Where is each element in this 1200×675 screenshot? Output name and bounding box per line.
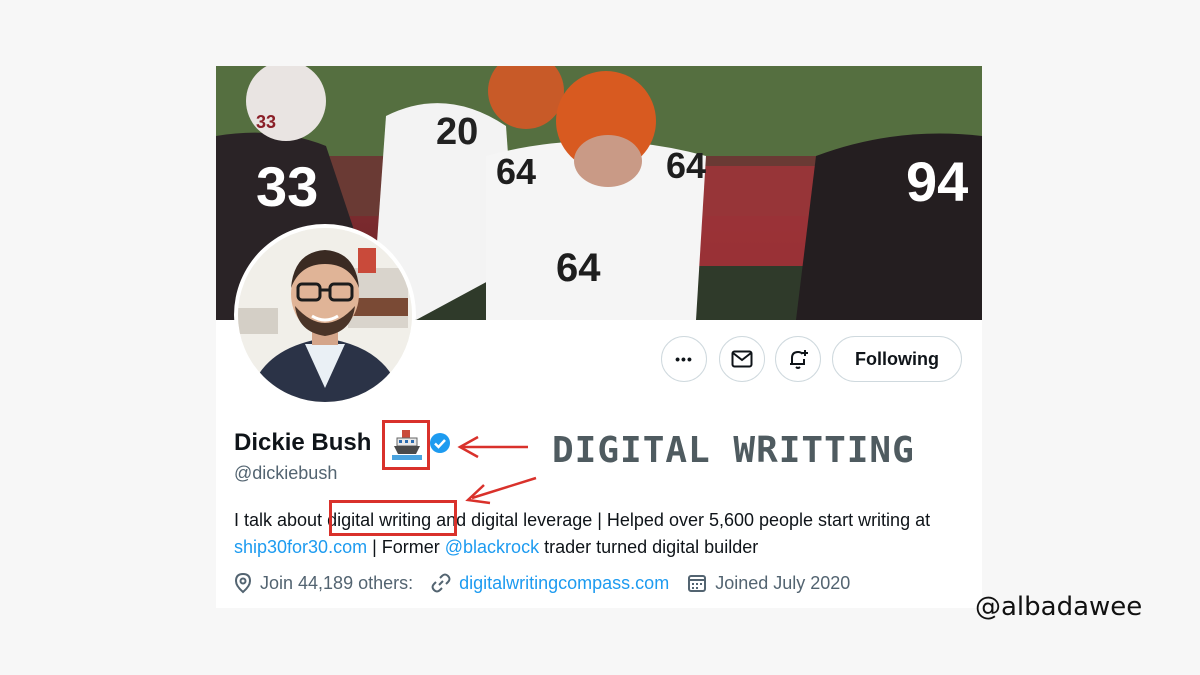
calendar-icon bbox=[688, 575, 707, 592]
jersey-number: 64 bbox=[496, 151, 536, 192]
display-name: Dickie Bush bbox=[234, 429, 372, 456]
following-button[interactable]: Following bbox=[832, 336, 962, 382]
bell-plus-icon bbox=[790, 350, 808, 369]
notifications-button[interactable] bbox=[775, 336, 821, 382]
watermark: @albadawee bbox=[975, 592, 1143, 622]
jersey-number: 20 bbox=[436, 111, 478, 153]
bio-text: I talk about bbox=[234, 510, 328, 530]
message-button[interactable] bbox=[719, 336, 765, 382]
jersey-number: 64 bbox=[666, 145, 706, 186]
more-options-button[interactable]: ••• bbox=[661, 336, 707, 382]
website-item: digitalwritingcompass.com bbox=[431, 573, 669, 594]
avatar-photo bbox=[238, 228, 412, 402]
location-pin-icon bbox=[234, 572, 252, 594]
joined-text: Joined July 2020 bbox=[715, 572, 851, 593]
joined-item: Joined July 2020 bbox=[687, 573, 850, 594]
location-item: Join 44,189 others: bbox=[234, 572, 413, 594]
annotation-label: DIGITAL WRITTING bbox=[552, 430, 915, 471]
profile-meta: Join 44,189 others: digitalwritingcompas… bbox=[234, 572, 868, 594]
envelope-icon bbox=[731, 350, 753, 368]
helmet-number: 33 bbox=[256, 112, 276, 132]
verified-badge-icon bbox=[430, 433, 450, 453]
bio-highlight-box bbox=[329, 500, 457, 536]
jersey-number: 94 bbox=[906, 150, 968, 213]
link-icon bbox=[431, 573, 451, 593]
jersey-number: 64 bbox=[556, 246, 601, 290]
location-text: Join 44,189 others: bbox=[260, 572, 414, 593]
more-icon: ••• bbox=[675, 351, 693, 367]
bio-text: and digital leverage | Helped over 5,600… bbox=[431, 510, 931, 530]
bio-mention-blackrock[interactable]: @blackrock bbox=[445, 537, 539, 557]
website-link[interactable]: digitalwritingcompass.com bbox=[459, 573, 669, 594]
name-row: Dickie Bush bbox=[234, 429, 371, 457]
bio-text: | Former bbox=[367, 537, 445, 557]
profile-handle: @dickiebush bbox=[234, 463, 338, 483]
bio-link-ship30[interactable]: ship30for30.com bbox=[234, 537, 367, 557]
bio-text: trader turned digital builder bbox=[539, 537, 759, 557]
ship-icon bbox=[392, 430, 422, 460]
profile-card: 33 33 20 64 64 64 94 ••• Following Dicki… bbox=[216, 66, 982, 608]
profile-avatar[interactable] bbox=[234, 224, 416, 406]
jersey-number: 33 bbox=[256, 155, 318, 218]
